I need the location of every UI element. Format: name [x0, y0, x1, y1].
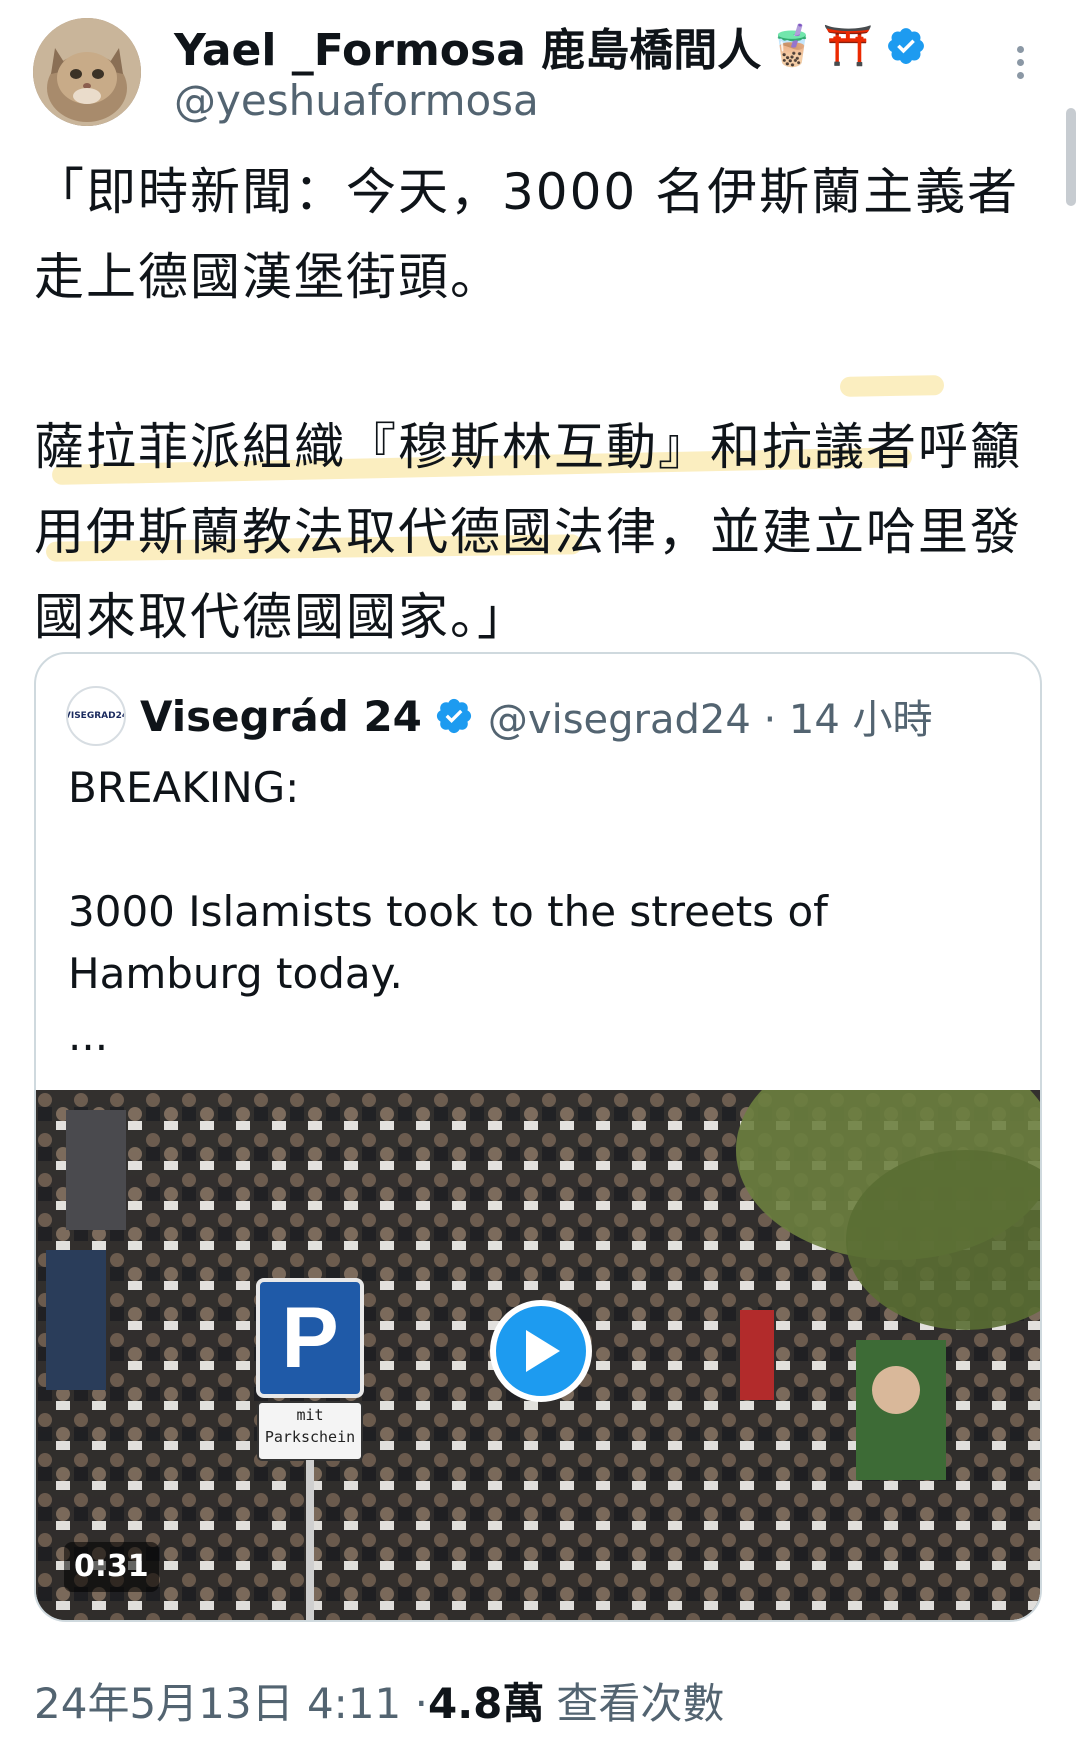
parking-sign: P [258, 1280, 362, 1396]
bubble-tea-emoji: 🧋 [767, 23, 818, 69]
tweet-timestamp[interactable]: 24年5月13日 4:11 · [34, 1670, 428, 1731]
parking-letter: P [281, 1289, 339, 1386]
more-dot [1016, 58, 1024, 66]
author-name-row[interactable]: Yael _Formosa 鹿島橋間人 🧋 ⛩️ [174, 18, 927, 76]
quoted-ellipsis: ... [68, 1011, 109, 1060]
quoted-author-name[interactable]: Visegrád 24 [140, 692, 422, 741]
parking-note: mit Parkschein [258, 1404, 362, 1448]
tweet-body: 「即時新聞：今天，3000 名伊斯蘭主義者走上德國漢堡街頭。 薩拉菲派組織『穆斯… [34, 150, 1044, 660]
more-dot [1016, 45, 1024, 53]
verified-badge-icon [887, 28, 924, 64]
tweet-paragraph-2: 薩拉菲派組織『穆斯林互動』和抗議者呼籲用伊斯蘭教法取代德國法律，並建立哈里發國來… [34, 418, 1022, 646]
torii-gate-emoji: ⛩️ [823, 23, 873, 69]
quoted-line-main: 3000 Islamists took to the streets of Ha… [68, 887, 828, 998]
more-dot [1016, 71, 1024, 79]
quoted-line-breaking: BREAKING: [68, 763, 300, 812]
quoted-tweet-header: VISEGRAD24 Visegrád 24 @visegrad24 · 14 … [66, 684, 933, 748]
views-label: 查看次數 [556, 1679, 725, 1728]
quoted-avatar-text: VISEGRAD24 [66, 711, 126, 721]
quoted-author-avatar[interactable]: VISEGRAD24 [66, 686, 126, 746]
video-duration-badge: 0:31 [64, 1542, 159, 1592]
tweet-paragraph-1: 「即時新聞：今天，3000 名伊斯蘭主義者走上德國漢堡街頭。 [34, 163, 1020, 306]
tweet-header: Yael _Formosa 鹿島橋間人 🧋 ⛩️ @yeshuaformosa [0, 0, 1080, 206]
scrollbar-thumb[interactable] [1066, 108, 1076, 206]
quoted-tweet-card[interactable]: VISEGRAD24 Visegrád 24 @visegrad24 · 14 … [34, 652, 1042, 1622]
parking-note-line-1: mit [296, 1406, 324, 1424]
author-display-name[interactable]: Yael _Formosa 鹿島橋間人 [174, 14, 761, 78]
video-player[interactable]: P mit Parkschein 0:31 [36, 1090, 1040, 1620]
author-handle[interactable]: @yeshuaformosa [174, 76, 539, 125]
quoted-tweet-body: BREAKING: 3000 Islamists took to the str… [68, 757, 1008, 1067]
verified-badge-icon [436, 698, 471, 734]
quoted-author-handle-time[interactable]: @visegrad24 · 14 小時 [488, 687, 933, 745]
tweet-meta: 24年5月13日 4:11 · 4.8萬 查看次數 [34, 1670, 724, 1731]
more-options-button[interactable] [1000, 42, 1040, 82]
views-count: 4.8萬 [427, 1679, 545, 1728]
quoted-spacer [68, 819, 1008, 881]
play-button[interactable] [490, 1300, 592, 1402]
play-icon [526, 1330, 560, 1372]
cat-avatar-image [33, 18, 141, 126]
author-avatar[interactable] [33, 18, 141, 126]
parking-note-line-2: Parkschein [264, 1428, 356, 1446]
